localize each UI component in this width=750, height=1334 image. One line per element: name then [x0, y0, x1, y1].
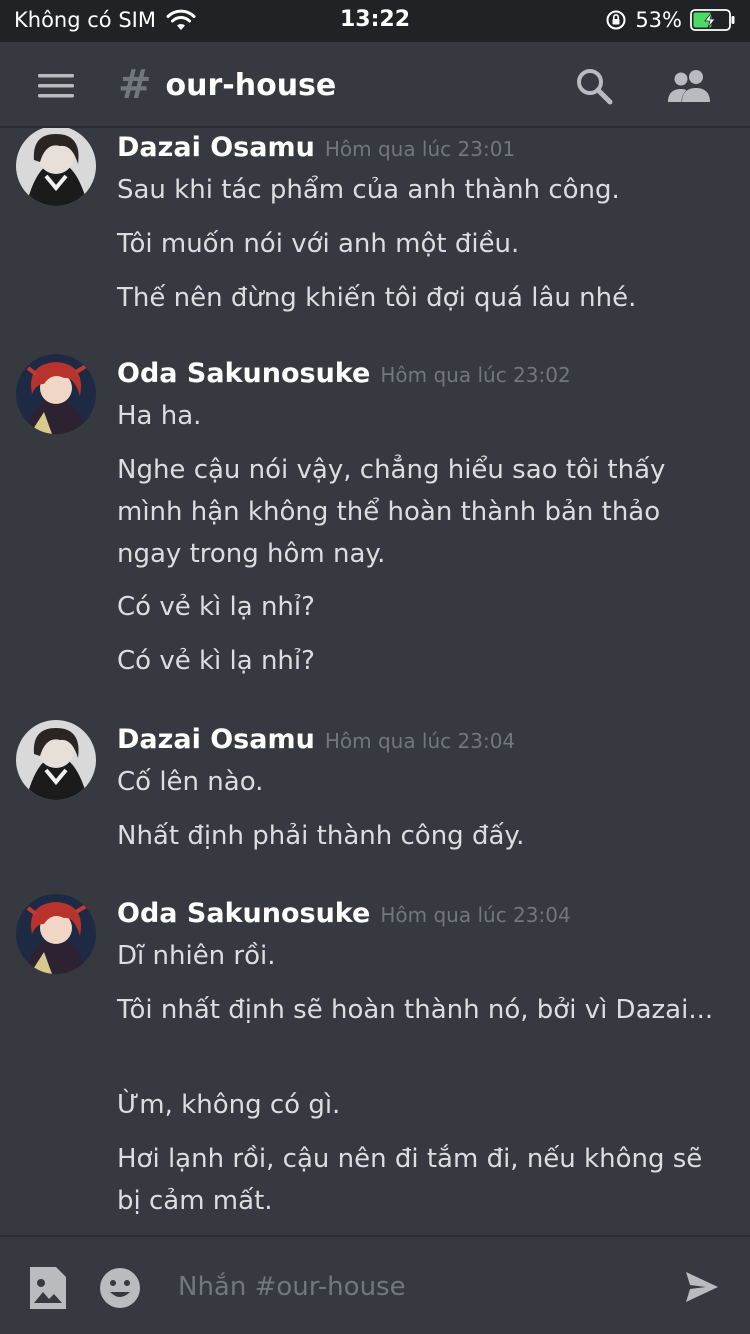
- timestamp: Hôm qua lúc 23:02: [380, 363, 571, 387]
- message-text: Dĩ nhiên rồi.: [117, 941, 276, 971]
- message-header: Dazai Osamu Hôm qua lúc 23:04: [117, 724, 515, 755]
- message-text: Có vẻ kì lạ nhỉ?: [117, 592, 315, 622]
- message-header: Oda Sakunosuke Hôm qua lúc 23:02: [117, 358, 571, 389]
- author-name[interactable]: Dazai Osamu: [117, 724, 315, 755]
- timestamp: Hôm qua lúc 23:04: [324, 729, 516, 753]
- message-text: Cố lên nào.: [117, 767, 264, 797]
- members-icon[interactable]: [666, 66, 714, 106]
- battery-charging-icon: [690, 9, 735, 31]
- hash-icon: #: [118, 62, 152, 108]
- menu-icon[interactable]: [38, 72, 74, 100]
- channel-name: our-house: [165, 67, 337, 103]
- send-icon[interactable]: [684, 1269, 720, 1305]
- message-text: Thế nên đừng khiến tôi đợi quá lâu nhé.: [117, 283, 637, 313]
- message-text: Sau khi tác phẩm của anh thành công.: [117, 175, 620, 205]
- channel-title[interactable]: # our-house: [118, 64, 336, 106]
- message-text: Có vẻ kì lạ nhỉ?: [117, 646, 315, 676]
- avatar[interactable]: [16, 354, 96, 434]
- message-list[interactable]: Dazai Osamu Hôm qua lúc 23:01 Sau khi tá…: [0, 128, 750, 1235]
- status-bar: Không có SIM 13:22 53%: [0, 0, 750, 42]
- emoji-icon[interactable]: [99, 1267, 141, 1309]
- orientation-lock-icon: [606, 10, 626, 30]
- message-text: Ha ha.: [117, 401, 202, 431]
- status-right: 53%: [605, 8, 736, 32]
- image-icon[interactable]: [28, 1265, 68, 1311]
- message-text: Tôi muốn nói với anh một điều.: [117, 229, 520, 259]
- battery-percent: 53%: [635, 8, 682, 32]
- message-header: Dazai Osamu Hôm qua lúc 23:01: [117, 132, 515, 163]
- channel-header: # our-house: [0, 42, 750, 128]
- avatar[interactable]: [16, 894, 96, 974]
- timestamp: Hôm qua lúc 23:04: [380, 903, 571, 927]
- message-text: Hơi lạnh rồi, cậu nên đi tắm đi, nếu khô…: [117, 1144, 703, 1216]
- author-name[interactable]: Dazai Osamu: [117, 132, 315, 163]
- timestamp: Hôm qua lúc 23:01: [324, 137, 516, 161]
- message-input[interactable]: [178, 1265, 658, 1309]
- message-header: Oda Sakunosuke Hôm qua lúc 23:04: [117, 898, 571, 929]
- avatar[interactable]: [16, 128, 96, 206]
- message-text: Nhất định phải thành công đấy.: [117, 821, 525, 851]
- message-text: Nghe cậu nói vậy, chẳng hiểu sao tôi thấ…: [117, 455, 666, 569]
- message-text: Tôi nhất định sẽ hoàn thành nó, bởi vì D…: [117, 995, 714, 1025]
- message-composer: [0, 1235, 750, 1334]
- avatar[interactable]: [16, 720, 96, 800]
- search-icon[interactable]: [574, 66, 614, 106]
- author-name[interactable]: Oda Sakunosuke: [117, 898, 370, 929]
- message-text: Ừm, không có gì.: [117, 1090, 341, 1120]
- author-name[interactable]: Oda Sakunosuke: [117, 358, 370, 389]
